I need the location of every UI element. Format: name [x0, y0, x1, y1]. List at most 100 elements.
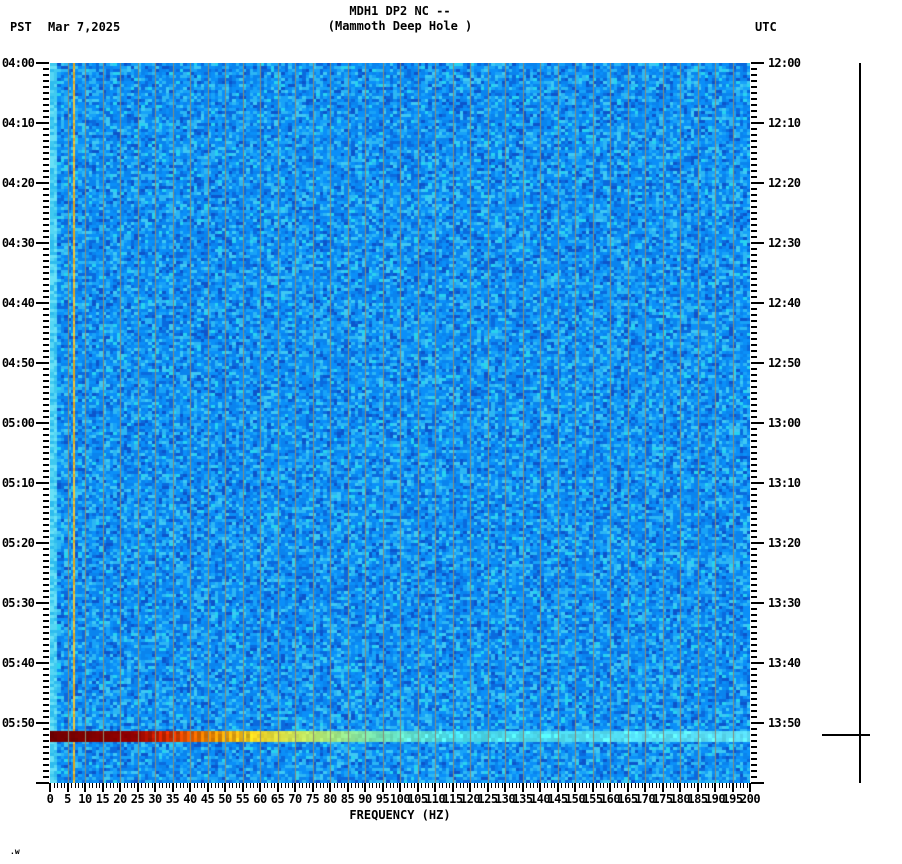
time-tick-left [36, 482, 49, 484]
freq-tick [487, 783, 489, 792]
freq-tick [257, 783, 258, 788]
freq-tick [722, 783, 723, 788]
time-tick-left [43, 530, 49, 532]
freq-tick [691, 783, 692, 788]
freq-tick [596, 783, 597, 788]
time-tick-left [43, 152, 49, 154]
time-tick-left [43, 704, 49, 706]
freq-tick [148, 783, 149, 788]
time-tick-right [751, 752, 757, 754]
time-tick-right [751, 332, 757, 334]
time-tick-left [43, 416, 49, 418]
time-tick-right [751, 782, 764, 784]
time-tick-right [751, 392, 757, 394]
freq-tick [726, 783, 727, 788]
freq-tick [582, 783, 583, 788]
time-tick-left [36, 182, 49, 184]
time-label-utc: 13:30 [768, 596, 801, 610]
freq-tick [452, 783, 454, 792]
freq-tick [169, 783, 170, 788]
freq-tick [96, 783, 97, 788]
freq-tick [232, 783, 233, 788]
freq-tick [736, 783, 737, 788]
time-tick-right [751, 530, 757, 532]
freq-tick [172, 783, 174, 792]
freq-tick [411, 783, 412, 788]
time-tick-right [751, 140, 757, 142]
freq-tick [259, 783, 261, 792]
time-tick-right [751, 572, 757, 574]
time-tick-left [43, 224, 49, 226]
time-tick-left [36, 782, 49, 784]
time-tick-left [36, 62, 49, 64]
freq-tick [99, 783, 100, 788]
time-tick-left [43, 554, 49, 556]
freq-tick [292, 783, 293, 788]
freq-tick [656, 783, 657, 788]
time-tick-right [751, 302, 764, 304]
time-tick-left [43, 140, 49, 142]
freq-tick [421, 783, 422, 788]
time-tick-left [43, 506, 49, 508]
time-tick-right [751, 512, 757, 514]
freq-tick [201, 783, 202, 788]
frequency-axis-label: FREQUENCY (HZ) [349, 808, 451, 822]
time-tick-left [43, 338, 49, 340]
time-tick-right [751, 218, 757, 220]
time-tick-left [43, 434, 49, 436]
time-label-pst: 05:50 [1, 716, 35, 730]
freq-tick [568, 783, 569, 788]
time-tick-right [751, 632, 757, 634]
spectrogram-page: PST Mar 7,2025 MDH1 DP2 NC -- (Mammoth D… [0, 0, 902, 864]
freq-tick [714, 783, 716, 792]
freq-tick [379, 783, 380, 788]
time-tick-right [751, 326, 757, 328]
freq-tick [425, 783, 426, 788]
time-tick-left [43, 296, 49, 298]
freq-tick [57, 783, 58, 788]
freq-tick [456, 783, 457, 788]
time-tick-left [43, 218, 49, 220]
freq-tick [631, 783, 632, 788]
time-tick-left [43, 476, 49, 478]
time-tick-left [43, 572, 49, 574]
freq-tick [743, 783, 744, 788]
time-label-pst: 04:10 [1, 116, 35, 130]
freq-tick [547, 783, 548, 788]
time-tick-right [751, 356, 757, 358]
time-label-utc: 13:10 [768, 476, 801, 490]
freq-tick [434, 783, 436, 792]
freq-tick [512, 783, 513, 788]
time-tick-left [43, 116, 49, 118]
freq-tick [274, 783, 275, 788]
spectrogram-canvas [50, 63, 750, 783]
time-tick-right [751, 410, 757, 412]
time-tick-right [751, 476, 757, 478]
time-tick-left [43, 128, 49, 130]
freq-tick [677, 783, 678, 788]
time-tick-left [43, 194, 49, 196]
time-tick-left [43, 314, 49, 316]
time-tick-right [751, 608, 757, 610]
freq-tick [183, 783, 184, 788]
time-tick-left [43, 632, 49, 634]
freq-tick [694, 783, 695, 788]
freq-tick [449, 783, 450, 788]
freq-tick [154, 783, 156, 792]
freq-tick [579, 783, 580, 788]
freq-tick [382, 783, 384, 792]
time-tick-right [751, 482, 764, 484]
time-tick-right [751, 458, 757, 460]
time-tick-right [751, 518, 757, 520]
time-tick-left [43, 272, 49, 274]
time-tick-right [751, 362, 764, 364]
time-tick-right [751, 536, 757, 538]
time-tick-right [751, 488, 757, 490]
freq-tick [253, 783, 254, 788]
time-tick-right [751, 404, 757, 406]
freq-tick [67, 783, 69, 792]
time-tick-left [43, 566, 49, 568]
time-tick-right [751, 716, 757, 718]
time-tick-right [751, 134, 757, 136]
time-label-utc: 13:20 [768, 536, 801, 550]
